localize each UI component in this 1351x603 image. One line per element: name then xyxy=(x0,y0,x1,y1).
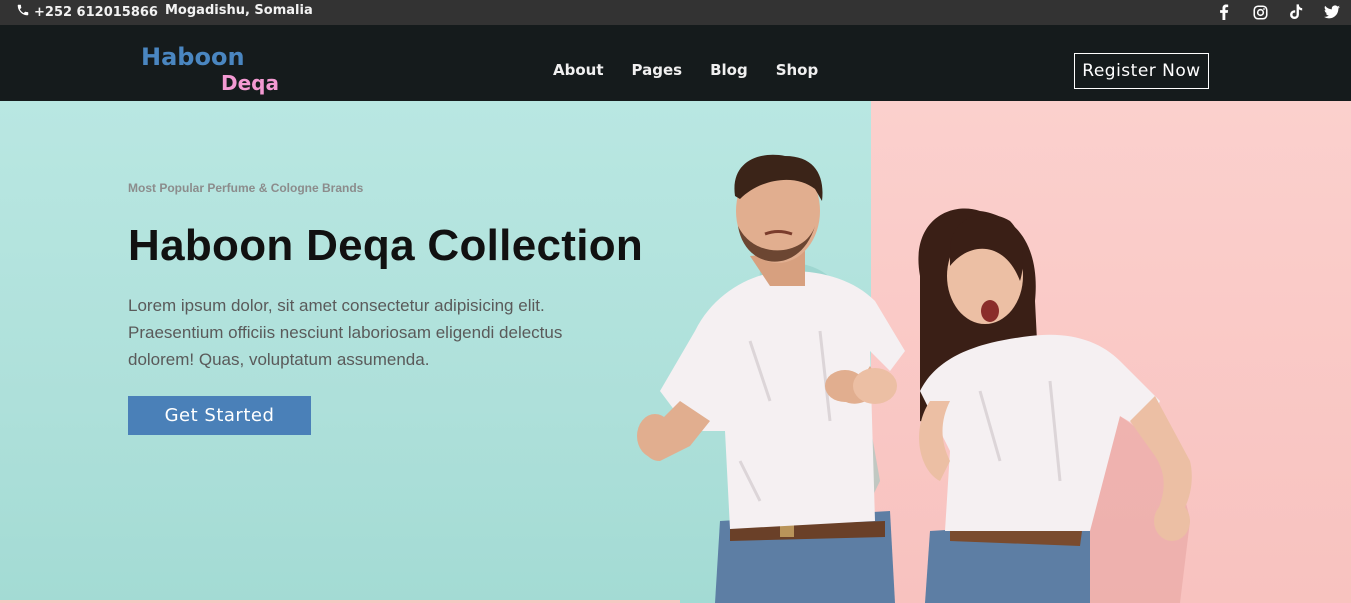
phone-number: +252 612015866 xyxy=(34,4,158,20)
hero-eyebrow: Most Popular Perfume & Cologne Brands xyxy=(128,181,364,195)
brand-logo-line1[interactable]: Haboon xyxy=(141,43,245,71)
hero-title: Haboon Deqa Collection xyxy=(128,221,644,270)
phone-contact[interactable]: +252 612015866 xyxy=(16,3,158,21)
social-links xyxy=(1215,3,1341,21)
hero-photo-couple xyxy=(637,154,1192,603)
facebook-icon[interactable] xyxy=(1215,3,1233,21)
nav-item-shop[interactable]: Shop xyxy=(776,61,819,79)
phone-icon xyxy=(16,3,30,21)
nav-menu: About Pages Blog Shop xyxy=(553,61,818,79)
instagram-icon[interactable] xyxy=(1251,3,1269,21)
location-text: Mogadishu, Somalia xyxy=(165,3,313,18)
top-bar: +252 612015866 Mogadishu, Somalia xyxy=(0,0,1351,25)
register-now-button[interactable]: Register Now xyxy=(1074,53,1209,89)
twitter-icon[interactable] xyxy=(1323,3,1341,21)
brand-logo-line2[interactable]: Deqa xyxy=(221,71,279,95)
nav-item-about[interactable]: About xyxy=(553,61,604,79)
hero-section: Most Popular Perfume & Cologne Brands Ha… xyxy=(0,101,1351,603)
get-started-button[interactable]: Get Started xyxy=(128,396,311,435)
tiktok-icon[interactable] xyxy=(1287,3,1305,21)
main-navbar: Haboon Deqa About Pages Blog Shop Regist… xyxy=(0,25,1351,101)
nav-item-blog[interactable]: Blog xyxy=(710,61,748,79)
nav-item-pages[interactable]: Pages xyxy=(632,61,683,79)
hero-description: Lorem ipsum dolor, sit amet consectetur … xyxy=(128,296,563,369)
